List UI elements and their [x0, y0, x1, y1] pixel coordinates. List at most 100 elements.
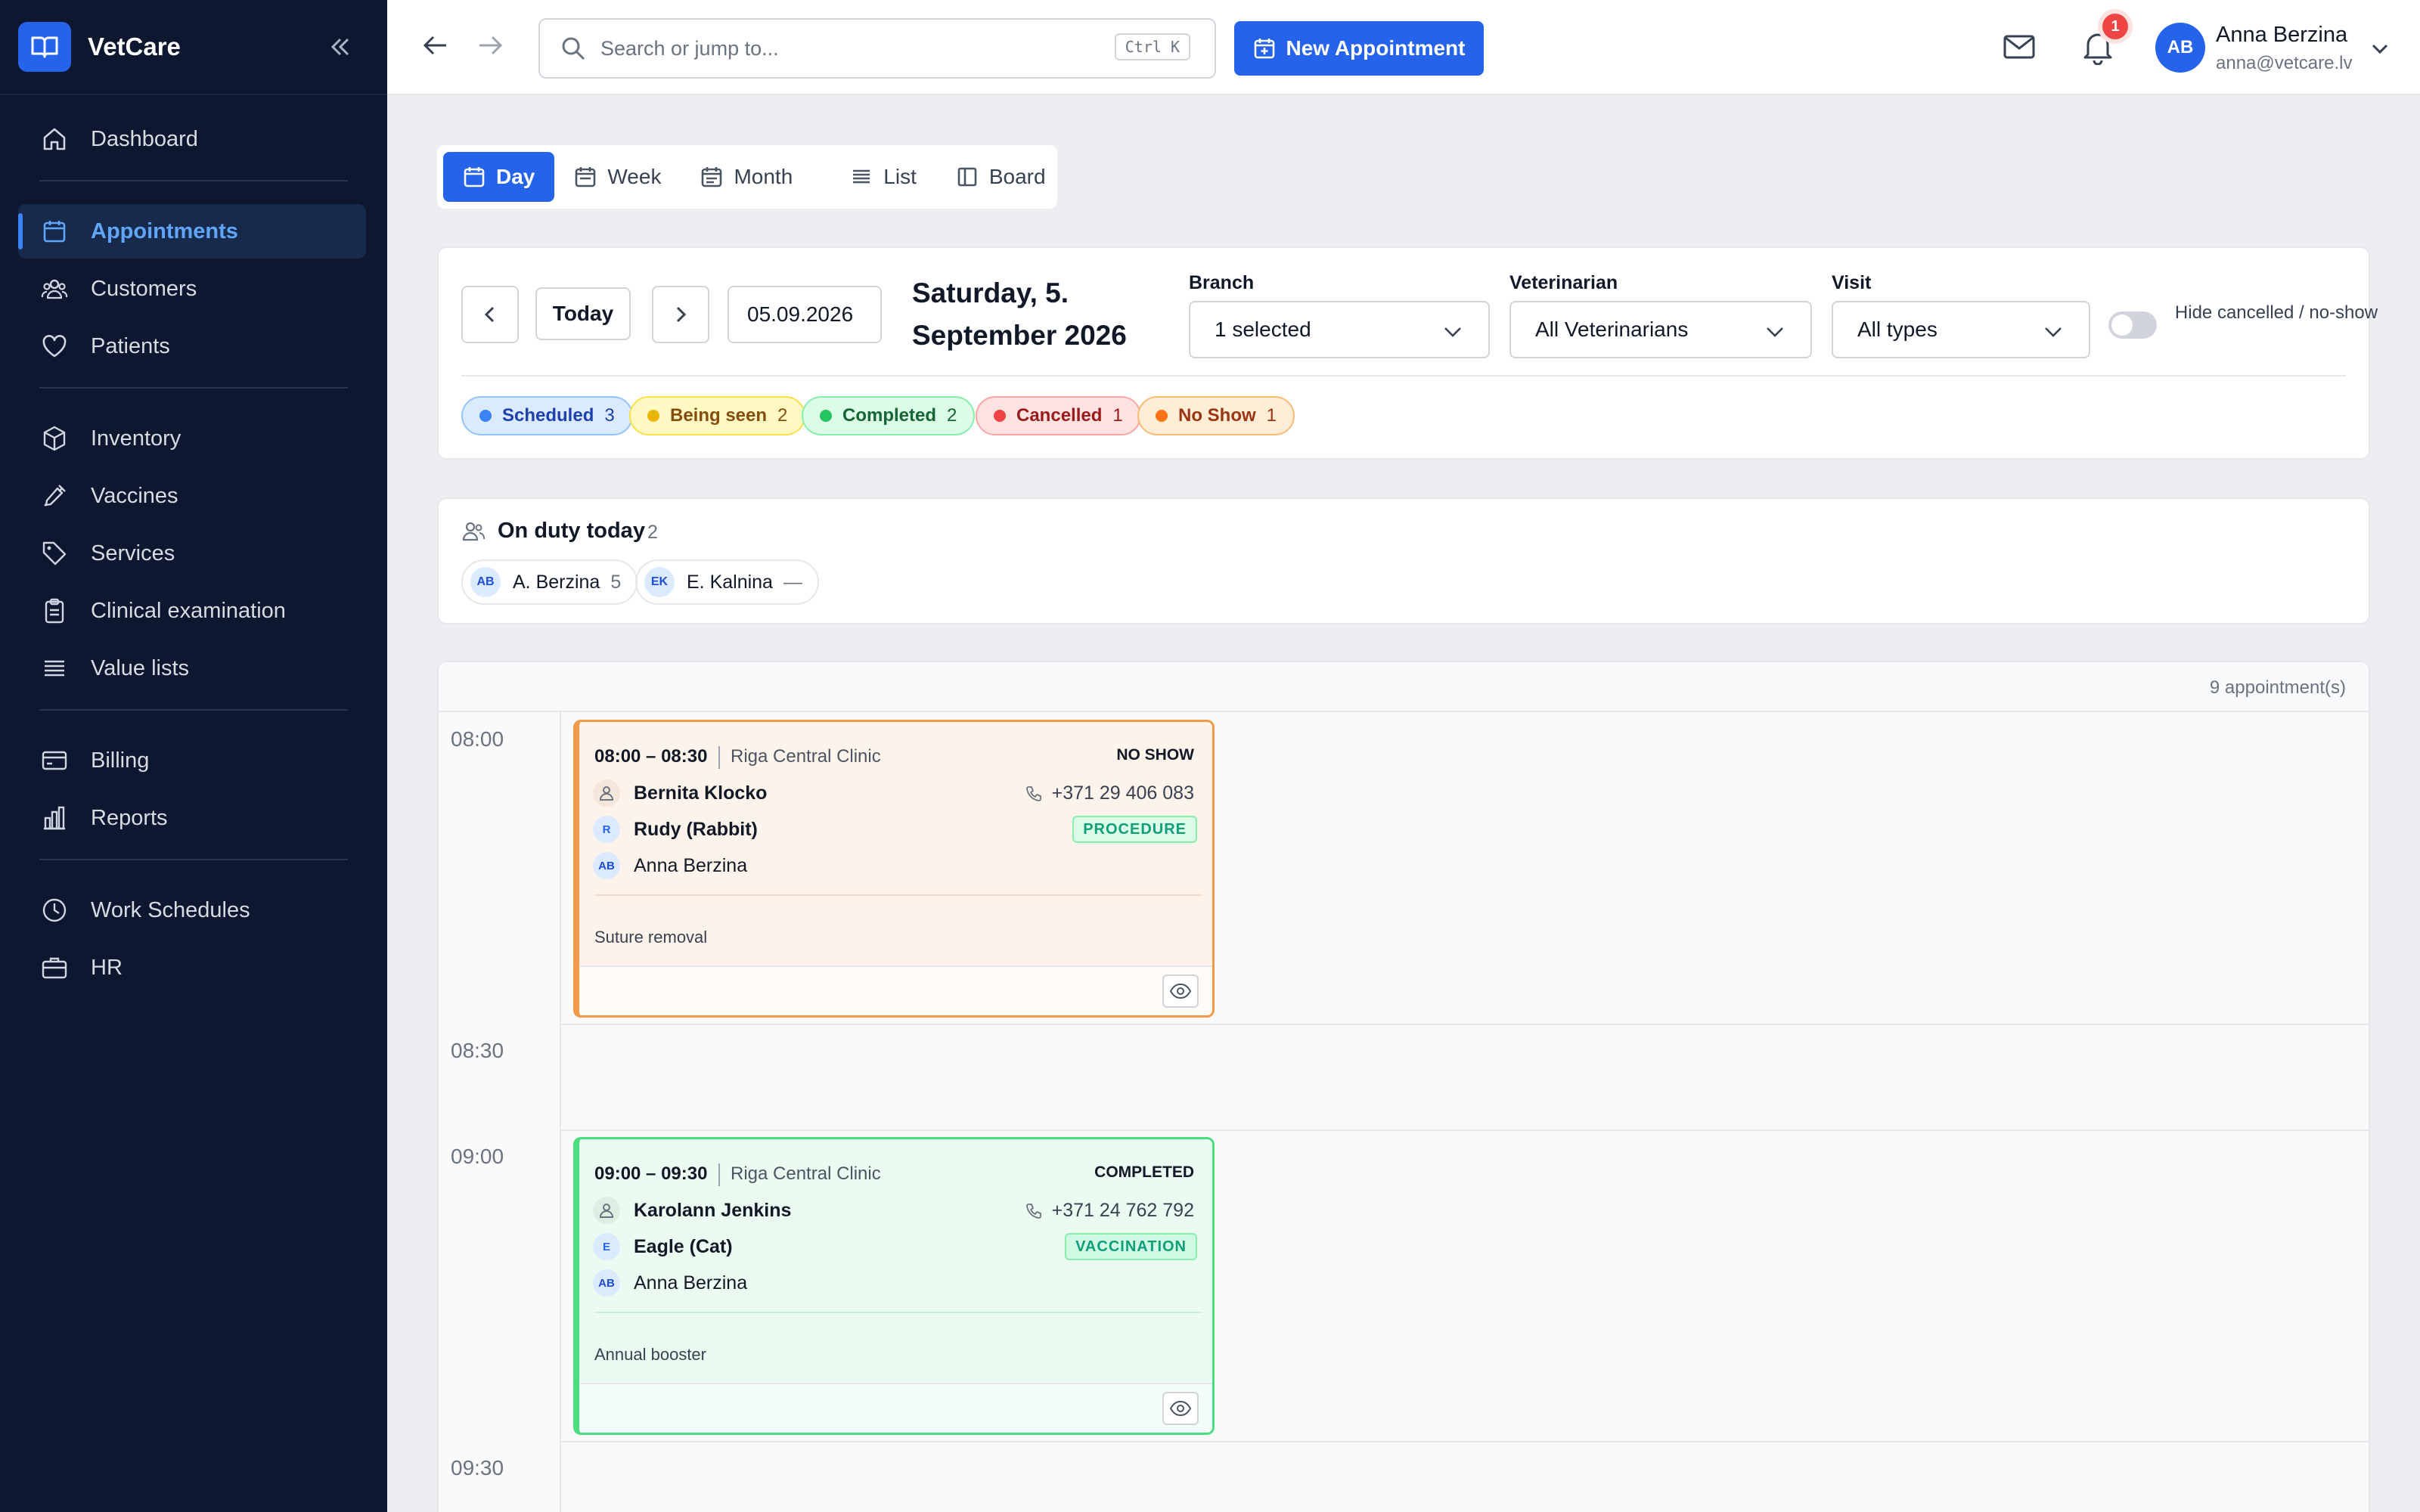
patient-name[interactable]: Eagle (Cat): [634, 1236, 733, 1258]
view-eye-icon[interactable]: [1162, 1392, 1199, 1425]
calendar-icon: [39, 216, 70, 246]
day-schedule: 9 appointment(s) 08:00 08:30 09:00 09:30…: [437, 661, 2370, 1512]
list-icon: [39, 653, 70, 683]
appointment-time: 09:00 – 09:30: [594, 1163, 708, 1184]
appointment-card[interactable]: 09:00 – 09:30 Riga Central Clinic COMPLE…: [573, 1137, 1215, 1435]
user-name[interactable]: Anna Berzina: [2216, 23, 2347, 48]
staff-avatar: EK: [644, 567, 675, 597]
forward-arrow-icon[interactable]: [475, 30, 505, 60]
collapse-sidebar-icon[interactable]: [327, 33, 354, 60]
next-day-button[interactable]: [652, 286, 709, 343]
sidebar-item-value-lists[interactable]: Value lists: [18, 641, 366, 696]
view-board-button[interactable]: Board: [936, 152, 1066, 202]
customer-name[interactable]: Karolann Jenkins: [634, 1200, 791, 1222]
customer-phone[interactable]: +371 29 406 083: [1025, 782, 1194, 804]
branch-select[interactable]: 1 selected: [1189, 301, 1490, 358]
appointment-total: 9 appointment(s): [2209, 677, 2346, 698]
status-pill-cancelled[interactable]: Cancelled 1: [976, 396, 1141, 435]
mail-icon[interactable]: [2003, 32, 2036, 62]
time-label: 09:30: [451, 1456, 504, 1479]
appointment-footer: [579, 965, 1212, 1015]
clipboard-icon: [39, 596, 70, 626]
calendar-icon: [700, 166, 734, 188]
sidebar-item-work-schedules[interactable]: Work Schedules: [18, 883, 366, 937]
user-avatar[interactable]: AB: [2155, 23, 2205, 73]
status-pill-completed[interactable]: Completed 2: [802, 396, 976, 435]
appointment-time: 08:00 – 08:30: [594, 746, 708, 767]
status-pill-being-seen[interactable]: Being seen 2: [629, 396, 806, 435]
brand-name: VetCare: [88, 33, 181, 60]
status-pill-no-show[interactable]: No Show 1: [1137, 396, 1295, 435]
sidebar-item-patients[interactable]: Patients: [18, 319, 366, 373]
hide-cancelled-toggle[interactable]: [2108, 311, 2157, 339]
status-count: 1: [1266, 405, 1277, 426]
sidebar-item-label: Dashboard: [91, 126, 198, 151]
visit-label: Visit: [1832, 272, 1872, 293]
date-input[interactable]: 05.09.2026: [728, 286, 882, 343]
status-label: Cancelled: [1016, 405, 1103, 426]
veterinarian-value: All Veterinarians: [1535, 318, 1689, 341]
staff-avatar: AB: [470, 567, 501, 597]
visit-type-badge: VACCINATION: [1065, 1233, 1197, 1260]
sidebar-item-hr[interactable]: HR: [18, 940, 366, 995]
sidebar-item-services[interactable]: Services: [18, 526, 366, 581]
card-icon: [39, 745, 70, 776]
search-shortcut: Ctrl K: [1114, 33, 1190, 60]
view-eye-icon[interactable]: [1162, 974, 1199, 1008]
view-week-button[interactable]: Week: [554, 152, 681, 202]
brand: VetCare: [0, 0, 387, 95]
sidebar-item-inventory[interactable]: Inventory: [18, 411, 366, 466]
staff-chip[interactable]: AB A. Berzina 5: [461, 559, 638, 605]
appointment-status: NO SHOW: [1116, 746, 1194, 764]
appointment-card[interactable]: 08:00 – 08:30 Riga Central Clinic NO SHO…: [573, 720, 1215, 1018]
syringe-icon: [39, 481, 70, 511]
sidebar: VetCare Dashboard Appointments Customers…: [0, 0, 387, 1512]
chevron-right-icon: [670, 304, 691, 325]
visit-type-select[interactable]: All types: [1832, 301, 2090, 358]
sidebar-item-vaccines[interactable]: Vaccines: [18, 469, 366, 523]
time-label: 08:30: [451, 1039, 504, 1062]
sidebar-item-customers[interactable]: Customers: [18, 262, 366, 316]
vet-avatar: AB: [593, 1269, 620, 1297]
bar-chart-icon: [39, 803, 70, 833]
visit-value: All types: [1857, 318, 1938, 341]
search-input[interactable]: Search or jump to... Ctrl K: [538, 18, 1216, 79]
sidebar-item-appointments[interactable]: Appointments: [18, 204, 366, 259]
calendar-icon: [574, 166, 607, 188]
patient-avatar: R: [593, 816, 620, 843]
view-list-button[interactable]: List: [830, 152, 936, 202]
sidebar-item-label: HR: [91, 955, 123, 980]
customer-phone[interactable]: +371 24 762 792: [1025, 1200, 1194, 1222]
sidebar-item-dashboard[interactable]: Dashboard: [18, 112, 366, 166]
patient-name[interactable]: Rudy (Rabbit): [634, 819, 758, 841]
sidebar-item-clinical-examination[interactable]: Clinical examination: [18, 584, 366, 638]
veterinarian-select[interactable]: All Veterinarians: [1509, 301, 1812, 358]
sidebar-item-billing[interactable]: Billing: [18, 733, 366, 788]
staff-chip[interactable]: EK E. Kalnina —: [635, 559, 819, 605]
chevron-down-icon[interactable]: [2369, 38, 2391, 60]
status-label: Being seen: [670, 405, 768, 426]
today-button[interactable]: Today: [535, 287, 631, 340]
person-icon: [593, 779, 620, 807]
on-duty-count: 2: [647, 522, 658, 543]
view-day-button[interactable]: Day: [443, 152, 555, 202]
view-month-button[interactable]: Month: [681, 152, 812, 202]
status-pill-scheduled[interactable]: Scheduled 3: [461, 396, 633, 435]
person-icon: [593, 1197, 620, 1224]
filter-divider: [461, 375, 2346, 376]
customer-name[interactable]: Bernita Klocko: [634, 782, 767, 804]
sidebar-item-label: Value lists: [91, 655, 190, 680]
sidebar-item-label: Reports: [91, 805, 168, 830]
view-label: Board: [988, 165, 1046, 188]
chevron-left-icon: [479, 304, 501, 325]
prev-day-button[interactable]: [461, 286, 519, 343]
time-label: 09:00: [451, 1145, 504, 1168]
new-appointment-button[interactable]: New Appointment: [1234, 21, 1484, 76]
vet-name: Anna Berzina: [634, 855, 748, 876]
nav-divider: [39, 180, 348, 181]
back-arrow-icon[interactable]: [420, 30, 451, 60]
status-label: Scheduled: [502, 405, 594, 426]
schedule-header: 9 appointment(s): [439, 662, 2369, 712]
sidebar-item-reports[interactable]: Reports: [18, 791, 366, 845]
nav-divider: [39, 859, 348, 860]
